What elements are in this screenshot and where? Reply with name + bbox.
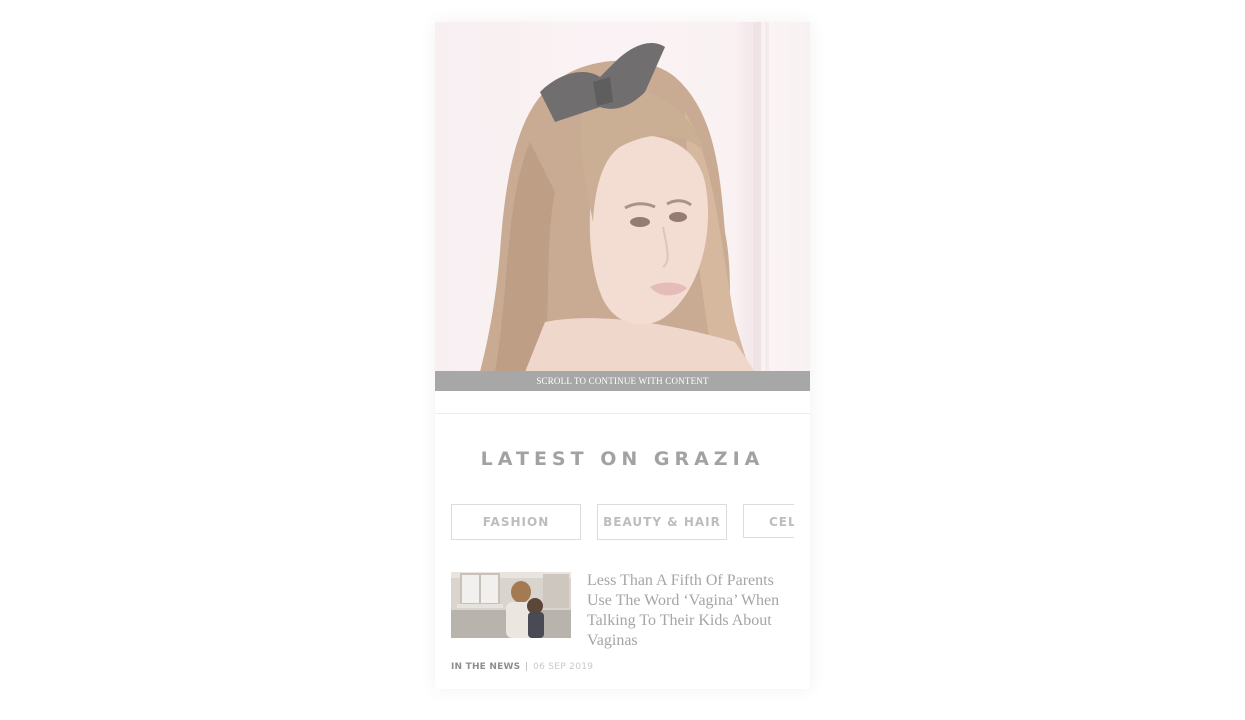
scroll-to-continue-bar: SCROLL TO CONTINUE WITH CONTENT [435, 371, 810, 391]
hero-ad-image[interactable] [435, 22, 810, 372]
parent-child-photo [451, 572, 571, 638]
page: SCROLL TO CONTINUE WITH CONTENT LATEST O… [0, 0, 1245, 720]
article-list-item[interactable]: Less Than A Fifth Of Parents Use The Wor… [451, 572, 794, 682]
meta-separator: | [525, 662, 529, 672]
article-meta: IN THE NEWS | 06 SEP 2019 [451, 662, 593, 672]
category-tabs[interactable]: FASHION BEAUTY & HAIR CEL [451, 504, 794, 540]
article-thumbnail[interactable] [451, 572, 571, 638]
article-category[interactable]: IN THE NEWS [451, 662, 520, 672]
hero-overlay-fade [435, 22, 810, 372]
section-title: LATEST ON GRAZIA [480, 448, 765, 470]
tab-fashion[interactable]: FASHION [451, 504, 581, 540]
tab-celebrity[interactable]: CEL [743, 504, 794, 538]
tab-beauty-hair[interactable]: BEAUTY & HAIR [597, 504, 727, 540]
article-headline[interactable]: Less Than A Fifth Of Parents Use The Wor… [587, 571, 787, 651]
content-card: SCROLL TO CONTINUE WITH CONTENT LATEST O… [435, 22, 810, 689]
article-date: 06 SEP 2019 [533, 662, 594, 672]
section-divider [435, 413, 810, 414]
